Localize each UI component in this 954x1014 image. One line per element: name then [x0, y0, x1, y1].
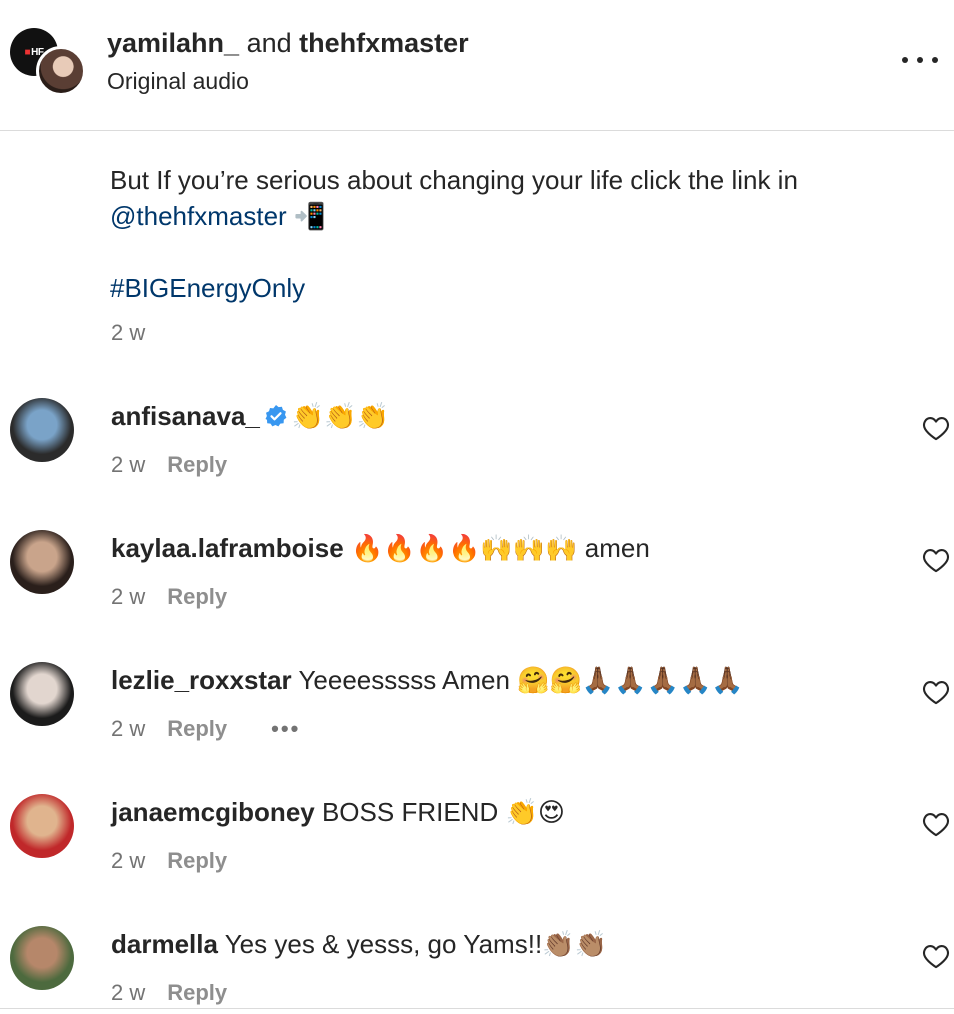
- commenter-avatar[interactable]: [10, 530, 74, 594]
- caption-text: But If you’re serious about changing you…: [110, 165, 798, 195]
- caption-mention[interactable]: @thehfxmaster: [110, 201, 287, 231]
- comment-username[interactable]: anfisanava_: [111, 401, 260, 431]
- post-caption: But If you’re serious about changing you…: [110, 162, 910, 235]
- comment-body: 👏👏👏: [291, 401, 389, 431]
- verified-badge-icon: [265, 405, 287, 427]
- like-heart-icon[interactable]: [922, 547, 950, 573]
- comment-text-line: kaylaa.laframboise 🔥🔥🔥🔥🙌🙌🙌 amen: [111, 531, 650, 565]
- commenter-avatar[interactable]: [10, 398, 74, 462]
- comment-username[interactable]: darmella: [111, 929, 218, 959]
- comment-text-line: darmella Yes yes & yesss, go Yams!!👏🏽👏🏽: [111, 927, 607, 961]
- comment-meta: 2 w Reply: [111, 452, 227, 478]
- like-heart-icon[interactable]: [922, 943, 950, 969]
- comment-text-line: anfisanava_ 👏👏👏: [111, 399, 389, 433]
- commenter-avatar[interactable]: [10, 926, 74, 990]
- like-heart-icon[interactable]: [922, 679, 950, 705]
- like-heart-icon[interactable]: [922, 415, 950, 441]
- commenter-avatar[interactable]: [10, 794, 74, 858]
- comment-body: BOSS FRIEND 👏😍: [321, 797, 565, 827]
- comment-timestamp[interactable]: 2 w: [111, 584, 145, 609]
- comment-username[interactable]: kaylaa.laframboise: [111, 533, 344, 563]
- reply-button[interactable]: Reply: [167, 584, 227, 609]
- comment-body: 🔥🔥🔥🔥🙌🙌🙌 amen: [350, 533, 650, 563]
- comment-body: Yeeeesssss Amen 🤗🤗🙏🏾🙏🏾🙏🏾🙏🏾🙏🏾: [298, 665, 744, 695]
- comment-item: darmella Yes yes & yesss, go Yams!!👏🏽👏🏽 2…: [0, 0, 954, 1005]
- comment-body: Yes yes & yesss, go Yams!!👏🏽👏🏽: [224, 929, 607, 959]
- comment-text-line: lezlie_roxxstar Yeeeesssss Amen 🤗🤗🙏🏾🙏🏾🙏🏾…: [111, 663, 744, 697]
- comment-timestamp[interactable]: 2 w: [111, 452, 145, 477]
- comment-meta: 2 w Reply: [111, 848, 227, 874]
- like-heart-icon[interactable]: [922, 811, 950, 837]
- divider: [0, 1008, 954, 1009]
- comment-meta: 2 w Reply •••: [111, 716, 300, 742]
- comment-timestamp[interactable]: 2 w: [111, 848, 145, 873]
- caption-timestamp[interactable]: 2 w: [111, 320, 145, 346]
- reply-button[interactable]: Reply: [167, 452, 227, 477]
- comment-username[interactable]: lezlie_roxxstar: [111, 665, 292, 695]
- caption-hashtag[interactable]: #BIGEnergyOnly: [110, 270, 305, 306]
- commenter-avatar[interactable]: [10, 662, 74, 726]
- reply-button[interactable]: Reply: [167, 980, 227, 1005]
- reply-button[interactable]: Reply: [167, 716, 227, 741]
- comment-timestamp[interactable]: 2 w: [111, 980, 145, 1005]
- comment-meta: 2 w Reply: [111, 980, 227, 1006]
- reply-button[interactable]: Reply: [167, 848, 227, 873]
- phone-emoji: 📲: [293, 202, 327, 232]
- comment-timestamp[interactable]: 2 w: [111, 716, 145, 741]
- comment-options-button[interactable]: •••: [271, 716, 300, 741]
- comment-text-line: janaemcgiboney BOSS FRIEND 👏😍: [111, 795, 565, 829]
- comment-meta: 2 w Reply: [111, 584, 227, 610]
- comment-username[interactable]: janaemcgiboney: [111, 797, 315, 827]
